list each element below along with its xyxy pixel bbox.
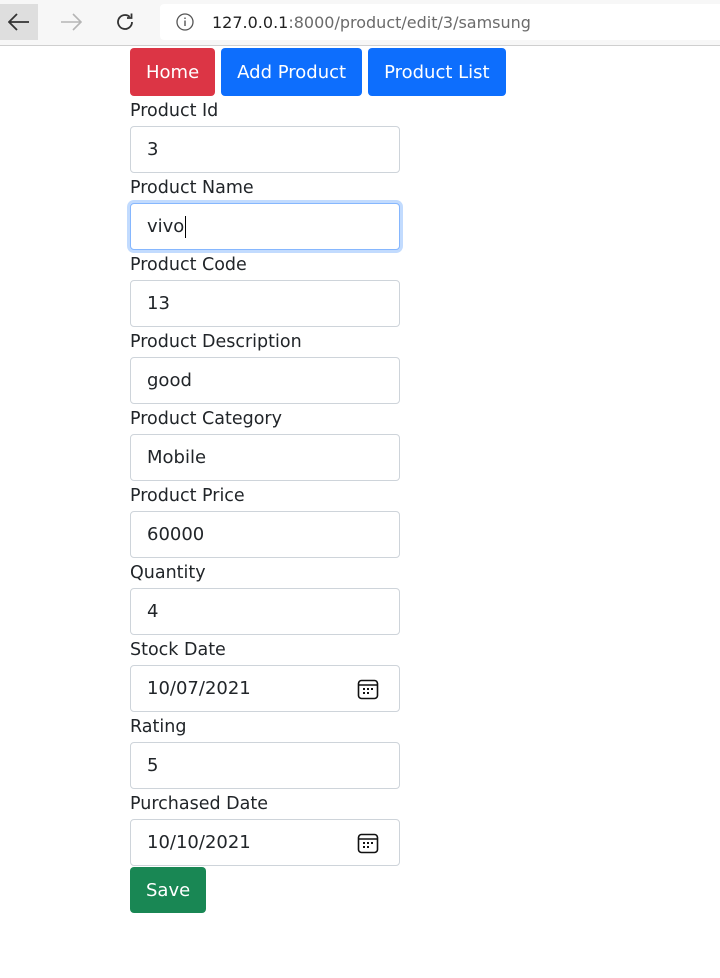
purchased-date-input[interactable]: 10/10/2021	[130, 819, 400, 866]
product-id-input[interactable]: 3	[130, 126, 400, 173]
product-price-input[interactable]: 60000	[130, 511, 400, 558]
product-name-label: Product Name	[130, 178, 254, 198]
rating-label: Rating	[130, 717, 187, 737]
product-code-value: 13	[147, 293, 170, 314]
product-description-group: Product Description good	[130, 328, 530, 404]
rating-value: 5	[147, 755, 159, 776]
forward-button[interactable]	[52, 4, 90, 40]
save-row: Save	[130, 867, 530, 913]
quantity-label: Quantity	[130, 563, 206, 583]
product-code-input[interactable]: 13	[130, 280, 400, 327]
purchased-date-group: Purchased Date 10/10/2021	[130, 790, 530, 866]
info-icon[interactable]	[176, 13, 194, 31]
product-price-value: 60000	[147, 524, 205, 545]
browser-toolbar: 127.0.0.1:8000/product/edit/3/samsung	[0, 0, 720, 46]
stock-date-group: Stock Date 10/07/2021	[130, 636, 530, 712]
product-id-value: 3	[147, 139, 159, 160]
home-button[interactable]: Home	[130, 48, 216, 96]
stock-date-label: Stock Date	[130, 640, 226, 660]
add-product-button[interactable]: Add Product	[221, 48, 363, 96]
reload-icon	[117, 13, 133, 30]
product-code-group: Product Code 13	[130, 251, 530, 327]
product-code-label: Product Code	[130, 255, 247, 275]
stock-date-input[interactable]: 10/07/2021	[130, 665, 400, 712]
url-text: 127.0.0.1:8000/product/edit/3/samsung	[212, 13, 531, 32]
url-host: 127.0.0.1	[212, 12, 289, 32]
product-list-button[interactable]: Product List	[368, 48, 506, 96]
product-price-group: Product Price 60000	[130, 482, 530, 558]
product-category-value: Mobile	[147, 447, 207, 468]
back-button[interactable]	[0, 4, 38, 40]
purchased-date-value: 10/10/2021	[147, 832, 251, 853]
rating-group: Rating 5	[130, 713, 530, 789]
stock-date-value: 10/07/2021	[147, 678, 251, 699]
arrow-left-icon	[8, 13, 29, 31]
rating-input[interactable]: 5	[130, 742, 400, 789]
arrow-right-icon	[61, 13, 82, 31]
calendar-icon[interactable]	[357, 832, 379, 854]
product-description-input[interactable]: good	[130, 357, 400, 404]
product-category-input[interactable]: Mobile	[130, 434, 400, 481]
product-price-label: Product Price	[130, 486, 245, 506]
product-name-input[interactable]: vivo	[130, 203, 400, 250]
text-caret	[185, 215, 187, 238]
product-category-label: Product Category	[130, 409, 282, 429]
product-category-group: Product Category Mobile	[130, 405, 530, 481]
product-edit-form: Product Id 3 Product Name vivo Product C…	[130, 97, 530, 913]
quantity-input[interactable]: 4	[130, 588, 400, 635]
product-description-label: Product Description	[130, 332, 302, 352]
product-name-group: Product Name vivo	[130, 174, 530, 250]
calendar-icon[interactable]	[357, 678, 379, 700]
quantity-group: Quantity 4	[130, 559, 530, 635]
top-nav: Home Add Product Product List	[130, 48, 530, 96]
purchased-date-label: Purchased Date	[130, 794, 268, 814]
product-description-value: good	[147, 370, 192, 391]
address-bar[interactable]: 127.0.0.1:8000/product/edit/3/samsung	[160, 4, 720, 40]
product-edit-page: Home Add Product Product List Product Id…	[130, 48, 530, 913]
quantity-value: 4	[147, 601, 159, 622]
reload-button[interactable]	[106, 4, 144, 40]
save-button[interactable]: Save	[130, 867, 207, 913]
product-id-label: Product Id	[130, 101, 219, 121]
product-name-value: vivo	[147, 216, 185, 237]
url-path: :8000/product/edit/3/samsung	[288, 12, 531, 32]
product-id-group: Product Id 3	[130, 97, 530, 173]
